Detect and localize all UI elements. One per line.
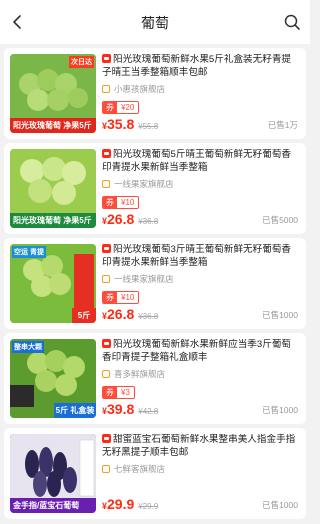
image-caption: 5斤 礼盒装 [54, 403, 96, 418]
product-image[interactable]: 整串大颗 5斤 礼盒装 [10, 339, 96, 418]
sold-count: 已售1000 [262, 405, 298, 415]
shop-row[interactable]: 喜多鲜旗舰店 [102, 368, 300, 380]
product-title[interactable]: 甜蜜蓝宝石葡萄新鲜水果整串美人指金手指无籽黑提子顺丰包邮 [102, 434, 300, 460]
shop-name: 喜多鲜旗舰店 [114, 369, 166, 379]
original-price: ¥55.8 [138, 122, 159, 131]
image-caption: 5斤 [72, 308, 96, 323]
image-caption: 阳光玫瑰葡萄 净果5斤 [10, 213, 96, 228]
top-bar: 葡萄 [0, 0, 310, 44]
sold-count: 已售1万 [267, 120, 298, 130]
shop-row[interactable]: 小惠孩旗舰店 [102, 83, 300, 95]
shop-row[interactable]: 一线果家旗舰店 [102, 178, 300, 190]
product-title[interactable]: 阳光玫瑰葡萄新鲜水果5斤礼盒装无籽青提子晴王当季整箱顺丰包邮 [102, 54, 300, 80]
tmall-icon [102, 54, 111, 63]
product-title[interactable]: 阳光玫瑰葡萄5斤晴王葡萄新鲜无籽葡萄香印青提水果新鲜当季整箱 [102, 149, 300, 175]
product-image[interactable]: 阳光玫瑰葡萄 净果5斤 [10, 149, 96, 228]
original-price: ¥36.8 [138, 312, 159, 321]
shop-icon [102, 275, 110, 283]
original-price: ¥36.8 [138, 217, 159, 226]
tmall-icon [102, 339, 111, 348]
sold-count: 已售5000 [262, 215, 298, 225]
product-title[interactable]: 阳光玫瑰葡萄3斤晴王葡萄新鲜无籽葡萄香印青提水果新鲜当季整箱 [102, 244, 300, 270]
product-image[interactable]: 次日达 阳光玫瑰葡萄 净果5斤 [10, 54, 96, 133]
product-card[interactable]: 空运 青提 5斤 阳光玫瑰葡萄3斤晴王葡萄新鲜无籽葡萄香印青提水果新鲜当季整箱 … [4, 238, 306, 329]
coupon-badge[interactable]: 券 ¥10 [102, 291, 140, 304]
price: 35.8 [107, 116, 135, 132]
shop-name: 一线果家旗舰店 [114, 274, 174, 284]
shop-name: 一线果家旗舰店 [114, 179, 174, 189]
sold-count: 已售1000 [262, 310, 298, 320]
product-card[interactable]: 整串大颗 5斤 礼盒装 阳光玫瑰葡萄新鲜水果新鲜应当季3斤葡萄香印青提子整箱礼盒… [4, 333, 306, 424]
shop-row[interactable]: 一线果家旗舰店 [102, 273, 300, 285]
product-card[interactable]: 阳光玫瑰葡萄 净果5斤 阳光玫瑰葡萄5斤晴王葡萄新鲜无籽葡萄香印青提水果新鲜当季… [4, 143, 306, 234]
shop-icon [102, 180, 110, 188]
coupon-badge[interactable]: 券 ¥3 [102, 386, 135, 399]
shop-row[interactable]: 七鲜客旗舰店 [102, 463, 300, 475]
tmall-icon [102, 149, 111, 158]
shop-icon [102, 85, 110, 93]
page-title: 葡萄 [141, 15, 169, 31]
shop-icon [102, 465, 110, 473]
shop-name: 七鲜客旗舰店 [114, 464, 166, 474]
image-caption: 金手指/蓝宝石葡萄 [10, 498, 96, 513]
sold-count: 已售1000 [262, 500, 298, 510]
tmall-icon [102, 244, 111, 253]
price: 26.8 [107, 306, 135, 322]
shop-icon [102, 370, 110, 378]
product-card[interactable]: 金手指/蓝宝石葡萄 甜蜜蓝宝石葡萄新鲜水果整串美人指金手指无籽黑提子顺丰包邮 七… [4, 428, 306, 519]
product-card[interactable]: 次日达 阳光玫瑰葡萄 净果5斤 阳光玫瑰葡萄新鲜水果5斤礼盒装无籽青提子晴王当季… [4, 48, 306, 139]
product-image[interactable]: 空运 青提 5斤 [10, 244, 96, 323]
original-price: ¥29.9 [138, 502, 159, 511]
promo-badge: 整串大颗 [12, 341, 44, 353]
delivery-badge: 次日达 [69, 56, 94, 68]
air-shipping-badge: 空运 青提 [12, 246, 46, 258]
price: 26.8 [107, 211, 135, 227]
search-icon[interactable] [282, 12, 302, 32]
product-title[interactable]: 阳光玫瑰葡萄新鲜水果新鲜应当季3斤葡萄香印青提子整箱礼盒顺丰 [102, 339, 300, 365]
shop-name: 小惠孩旗舰店 [114, 84, 166, 94]
tmall-icon [102, 434, 111, 443]
product-image[interactable]: 金手指/蓝宝石葡萄 [10, 434, 96, 513]
coupon-badge[interactable]: 券 ¥10 [102, 196, 140, 209]
price: 29.9 [107, 496, 135, 512]
original-price: ¥42.8 [138, 407, 159, 416]
coupon-badge[interactable]: 券 ¥20 [102, 101, 140, 114]
price: 39.8 [107, 401, 135, 417]
image-caption: 阳光玫瑰葡萄 净果5斤 [10, 118, 96, 133]
